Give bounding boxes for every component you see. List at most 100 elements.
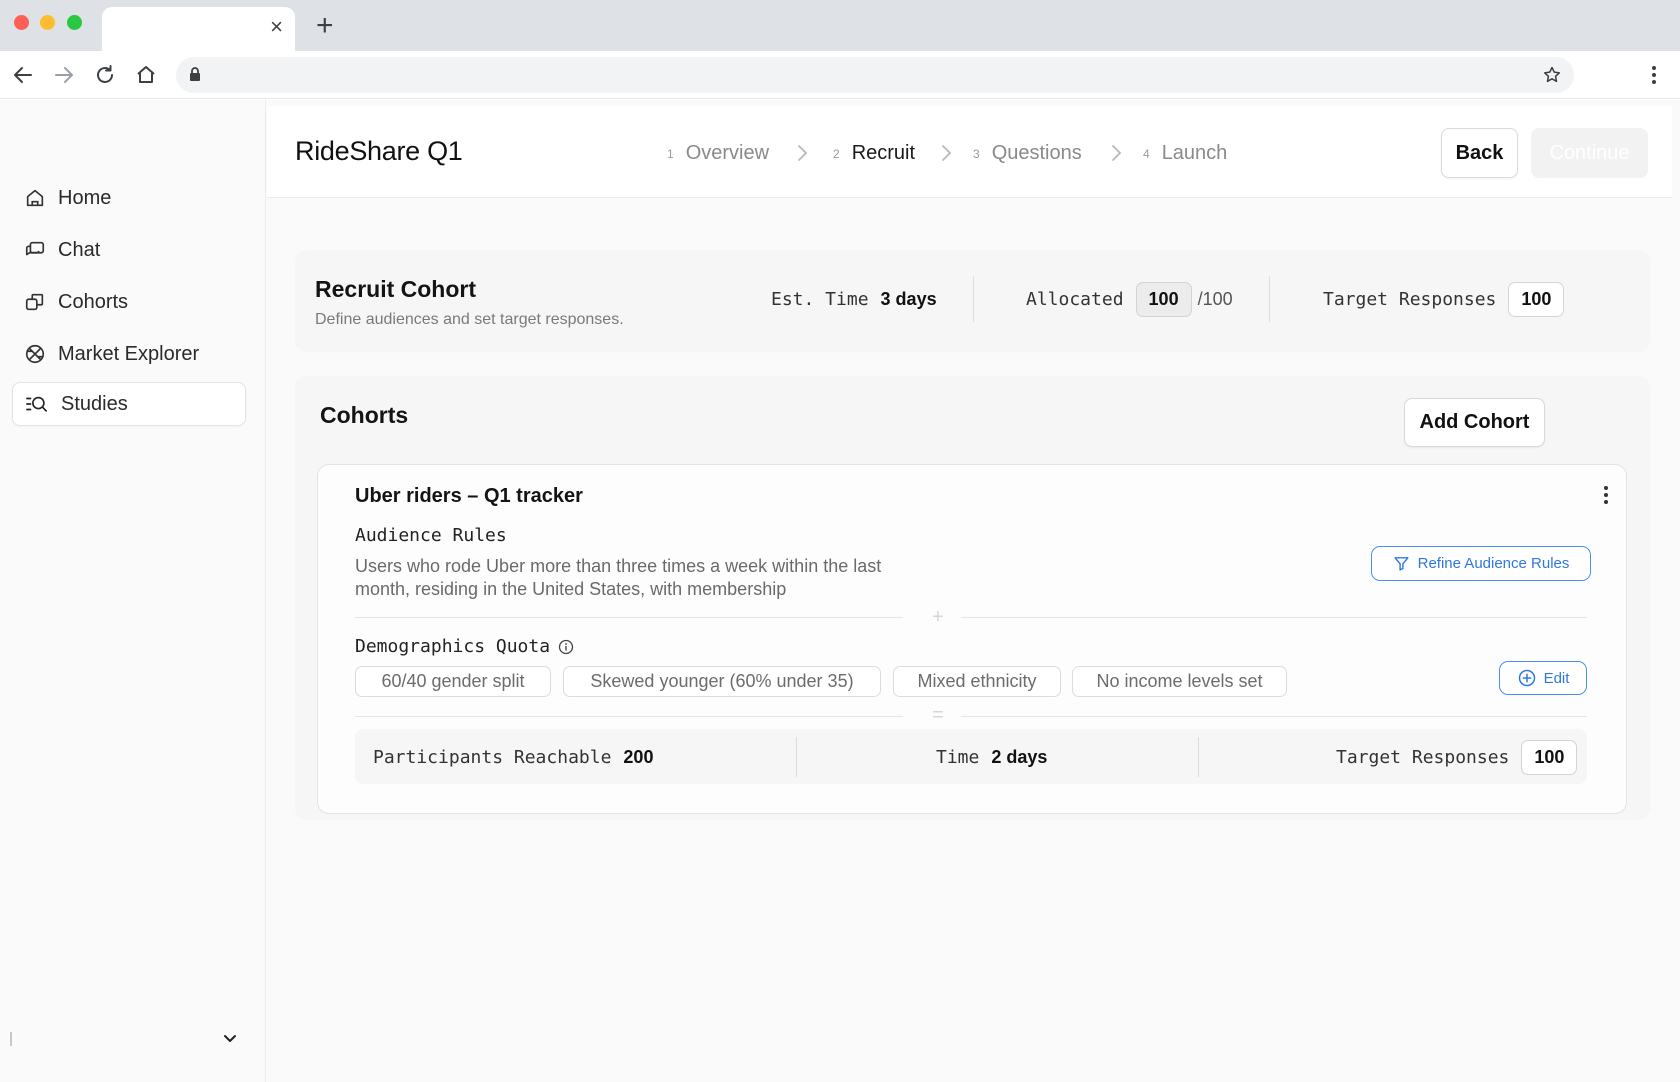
demographic-tag: No income levels set	[1072, 666, 1287, 697]
chevron-down-icon[interactable]	[222, 1030, 238, 1046]
step-number: 3	[973, 146, 980, 161]
allocated-input[interactable]: 100	[1135, 281, 1192, 317]
sidebar-item-label: Market Explorer	[58, 342, 200, 365]
target-responses-metric: Target Responses 100	[1323, 280, 1565, 318]
back-arrow-icon[interactable]	[11, 63, 35, 87]
metric-label: Est. Time	[771, 288, 869, 310]
stat-label: Time	[936, 746, 980, 768]
edit-demographics-button[interactable]: Edit	[1499, 661, 1587, 695]
address-bar[interactable]	[176, 57, 1574, 93]
cohorts-section: Cohorts Add Cohort Uber riders – Q1 trac…	[295, 376, 1650, 820]
refine-audience-rules-button[interactable]: Refine Audience Rules	[1371, 546, 1591, 581]
equals-separator: =	[932, 704, 944, 726]
forward-arrow-icon[interactable]	[52, 63, 76, 87]
app-root: Home Chat Cohorts Market Explorer Studie…	[0, 100, 1680, 1082]
page-title: RideShare Q1	[295, 136, 463, 166]
label-text: Demographics Quota	[355, 636, 551, 657]
plus-circle-icon	[1518, 669, 1535, 687]
window-close-button[interactable]	[14, 15, 29, 30]
step-questions[interactable]: 3 Questions	[973, 142, 1082, 165]
section-title: Recruit Cohort	[315, 276, 476, 302]
step-number: 1	[667, 146, 674, 161]
sidebar-item-label: Studies	[61, 392, 128, 415]
more-options-icon[interactable]	[1599, 483, 1613, 507]
cohort-card: Uber riders – Q1 tracker Audience Rules …	[317, 464, 1627, 814]
info-icon[interactable]	[558, 639, 574, 655]
reload-icon[interactable]	[93, 63, 117, 87]
sidebar: Home Chat Cohorts Market Explorer Studie…	[0, 100, 266, 1082]
metric-label: Allocated	[1026, 288, 1124, 310]
sidebar-item-market-explorer[interactable]: Market Explorer	[12, 332, 246, 376]
target-responses-input[interactable]: 100	[1521, 739, 1578, 775]
cohorts-icon	[25, 293, 44, 311]
cohort-stats-row: Participants Reachable 200 Time 2 days T…	[355, 729, 1587, 784]
step-label: Overview	[685, 142, 770, 164]
metric-value: 3 days	[880, 288, 937, 309]
browser-menu-icon[interactable]	[1645, 63, 1663, 87]
browser-tab-strip: × +	[0, 0, 1680, 51]
sidebar-item-home[interactable]: Home	[12, 176, 246, 220]
continue-button[interactable]: Continue	[1531, 128, 1648, 178]
stat-label: Participants Reachable	[373, 746, 612, 768]
section-subtitle: Define audiences and set target response…	[315, 311, 624, 328]
lock-icon	[190, 67, 200, 81]
sidebar-item-label: Cohorts	[58, 290, 129, 313]
window-maximize-button[interactable]	[67, 15, 82, 30]
globe-icon	[25, 344, 45, 364]
demographic-tag: 60/40 gender split	[355, 666, 551, 697]
new-tab-icon[interactable]: +	[316, 11, 334, 41]
sidebar-item-chat[interactable]: Chat	[12, 228, 246, 272]
allocated-total: /100	[1197, 288, 1233, 309]
chevron-right-icon	[798, 145, 808, 161]
study-header: RideShare Q1 1 Overview 2 Recruit 3 Ques…	[267, 106, 1672, 198]
chevron-right-icon	[1112, 145, 1122, 161]
step-launch[interactable]: 4 Launch	[1143, 142, 1227, 165]
stat-value: 200	[623, 746, 654, 767]
add-cohort-button[interactable]: Add Cohort	[1404, 398, 1545, 447]
divider	[355, 617, 903, 618]
est-time-metric: Est. Time 3 days	[771, 280, 937, 318]
sidebar-item-label: Chat	[58, 238, 101, 261]
time-stat: Time 2 days	[936, 737, 1047, 777]
divider	[973, 276, 974, 322]
chat-icon	[25, 241, 45, 256]
audience-rules-label: Audience Rules	[355, 525, 507, 546]
step-label: Launch	[1161, 142, 1228, 164]
step-number: 4	[1143, 146, 1150, 161]
target-responses-stat: Target Responses 100	[1336, 737, 1578, 777]
divider	[1198, 737, 1199, 777]
sidebar-item-studies[interactable]: Studies	[12, 382, 246, 426]
tab-close-icon[interactable]: ×	[270, 16, 283, 38]
browser-toolbar	[0, 51, 1680, 99]
step-label: Questions	[991, 142, 1082, 164]
divider	[355, 716, 903, 717]
main-content: RideShare Q1 1 Overview 2 Recruit 3 Ques…	[267, 100, 1680, 1082]
demographic-tag: Mixed ethnicity	[893, 666, 1061, 697]
browser-tab[interactable]: ×	[102, 7, 295, 51]
studies-search-icon	[26, 396, 47, 412]
demographic-tag: Skewed younger (60% under 35)	[563, 666, 881, 697]
home-icon	[26, 189, 44, 207]
back-button[interactable]: Back	[1441, 128, 1518, 178]
allocated-metric: Allocated 100 /100	[1026, 280, 1233, 318]
sidebar-item-label: Home	[58, 186, 112, 209]
plus-separator: +	[932, 606, 944, 628]
step-number: 2	[833, 146, 840, 161]
target-responses-input[interactable]: 100	[1508, 281, 1565, 317]
stat-value: 2 days	[991, 746, 1048, 767]
divider	[10, 1032, 12, 1046]
divider	[796, 737, 797, 777]
divider	[961, 617, 1587, 618]
chevron-right-icon	[942, 145, 952, 161]
step-overview[interactable]: 1 Overview	[667, 142, 769, 165]
window-minimize-button[interactable]	[40, 15, 55, 30]
audience-rules-text: Users who rode Uber more than three time…	[355, 556, 882, 599]
step-recruit[interactable]: 2 Recruit	[833, 142, 915, 165]
bookmark-star-icon[interactable]	[1542, 65, 1562, 85]
recruit-cohort-summary: Recruit Cohort Define audiences and set …	[295, 250, 1650, 352]
home-browser-icon[interactable]	[134, 63, 158, 87]
demographics-quota-label: Demographics Quota	[355, 636, 574, 657]
cohort-name: Uber riders – Q1 tracker	[355, 485, 583, 507]
button-label: Refine Audience Rules	[1417, 555, 1570, 572]
sidebar-item-cohorts[interactable]: Cohorts	[12, 280, 246, 324]
